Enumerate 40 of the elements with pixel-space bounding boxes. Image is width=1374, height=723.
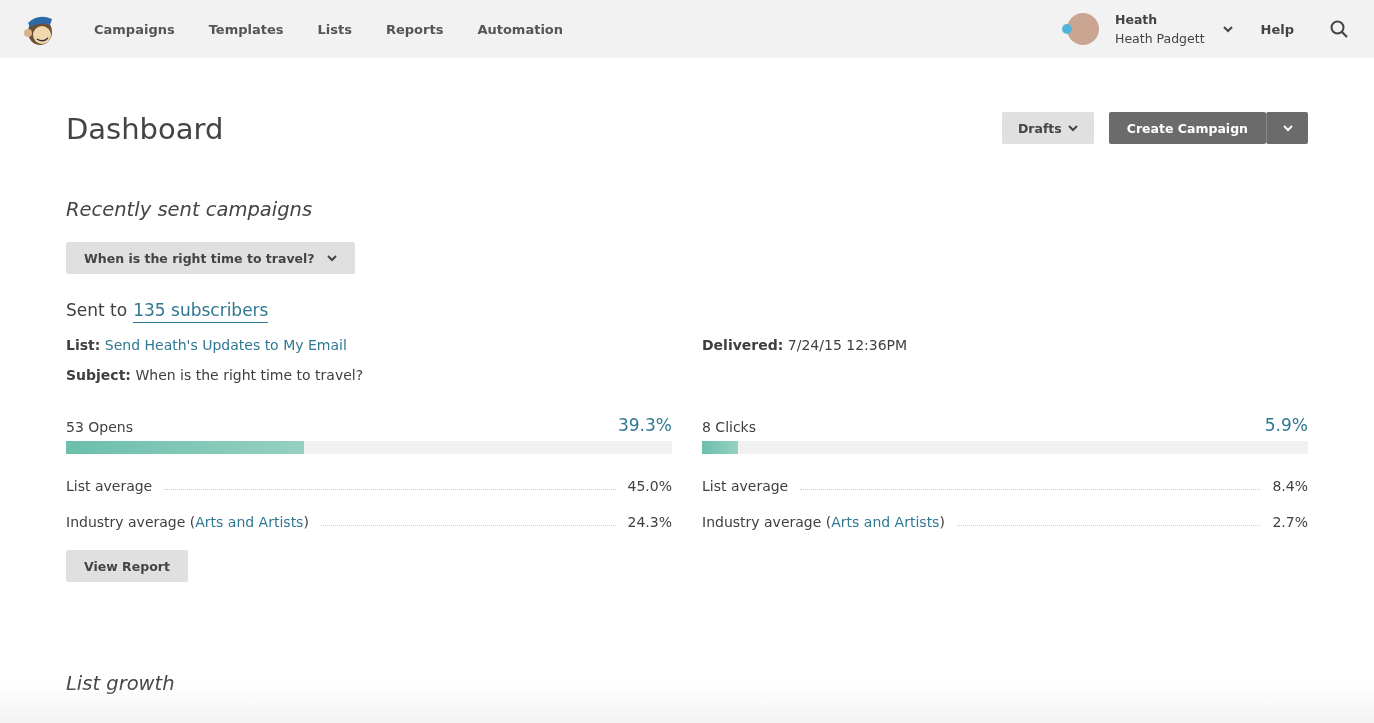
- average-label: Industry average (Arts and Artists): [66, 514, 309, 530]
- page-title: Dashboard: [66, 110, 225, 146]
- subject-info: Subject: When is the right time to travel?: [66, 367, 365, 383]
- metric-label: 53 Opens: [66, 419, 133, 435]
- user-first-name: Heath: [1115, 11, 1159, 29]
- drafts-button[interactable]: Drafts: [1001, 112, 1094, 144]
- section-heading: List growth: [66, 672, 176, 695]
- industry-link[interactable]: Arts and Artists: [195, 514, 304, 530]
- subscribers-link[interactable]: 135 subscribers: [133, 300, 269, 323]
- metric-label: 8 Clicks: [702, 419, 756, 435]
- chevron-down-icon: [1282, 124, 1293, 132]
- delivered-info: Delivered: 7/24/15 12:36PM: [702, 337, 909, 353]
- view-report-button[interactable]: View Report: [66, 550, 188, 582]
- list-info: List: Send Heath's Updates to My Email: [66, 337, 348, 353]
- average-label: List average: [66, 478, 153, 494]
- nav-link[interactable]: Campaigns: [94, 21, 175, 37]
- nav-link[interactable]: Templates: [208, 21, 284, 37]
- average-label: List average: [702, 478, 789, 494]
- nav-link[interactable]: Automation: [477, 21, 564, 37]
- sent-label: Sent to: [66, 300, 128, 322]
- industry-link[interactable]: Arts and Artists: [831, 514, 940, 530]
- help-link[interactable]: Help: [1260, 21, 1294, 37]
- nav-link[interactable]: Reports: [385, 21, 444, 37]
- average-value: 45.0%: [627, 478, 672, 494]
- create-campaign-button[interactable]: Create Campaign: [1108, 112, 1266, 144]
- average-label: Industry average (Arts and Artists): [702, 514, 945, 530]
- list-link[interactable]: Send Heath's Updates to My Email: [104, 337, 347, 353]
- average-value: 8.4%: [1272, 478, 1308, 494]
- search-icon[interactable]: [1330, 20, 1348, 38]
- metric-percent: 39.3%: [618, 415, 672, 435]
- average-value: 24.3%: [627, 514, 672, 530]
- nav-link[interactable]: Lists: [317, 21, 352, 37]
- chevron-down-icon[interactable]: [1222, 25, 1233, 33]
- user-full-name: Heath Padgett: [1115, 30, 1205, 48]
- chevron-down-icon: [326, 254, 337, 262]
- chevron-down-icon: [1067, 124, 1078, 132]
- section-heading: Recently sent campaigns: [66, 198, 314, 221]
- metric-percent: 5.9%: [1264, 415, 1308, 435]
- campaign-select[interactable]: When is the right time to travel?: [66, 242, 355, 274]
- average-value: 2.7%: [1272, 514, 1308, 530]
